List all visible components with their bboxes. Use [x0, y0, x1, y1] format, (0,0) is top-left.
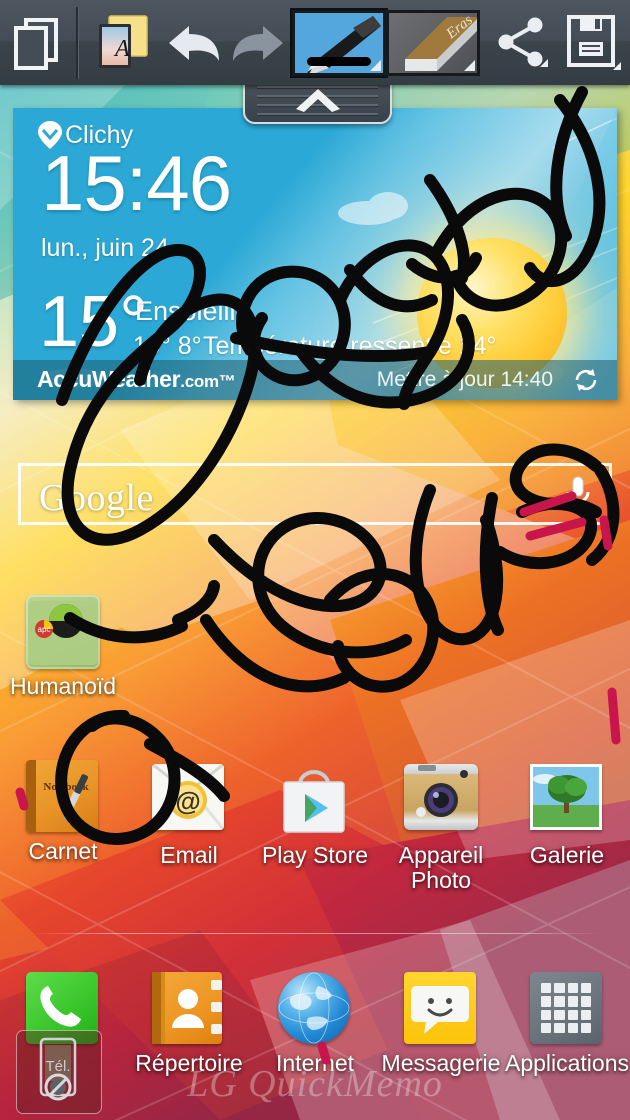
messaging-app[interactable]: Messagerie — [378, 972, 504, 1076]
accuweather-domain: .com — [180, 372, 219, 391]
envelope-at-icon: @ — [152, 764, 226, 838]
weather-date: lun., juin 24 — [41, 234, 169, 262]
undo-icon[interactable] — [162, 0, 226, 85]
weather-attribution-bar: AccuWeather.com™ Mettre à jour 14:40 — [13, 360, 617, 400]
weather-feels-like: Température ressentie 14° — [203, 332, 497, 360]
weather-updated-time: Mettre à jour 14:40 — [376, 368, 553, 391]
accuweather-name: AccuWeather — [37, 366, 181, 392]
chevron-up-icon — [295, 89, 340, 112]
camera-app[interactable]: Appareil Photo — [378, 760, 504, 893]
humanoid-folder[interactable]: apc Humanoïd — [0, 595, 126, 699]
accuweather-tm: ™ — [218, 372, 236, 391]
contacts-app[interactable]: Répertoire — [126, 972, 252, 1076]
play-store-label: Play Store — [261, 842, 369, 868]
svg-text:apc: apc — [38, 625, 51, 634]
picture-icon — [530, 764, 604, 838]
refresh-icon[interactable] — [571, 366, 601, 399]
notebook-icon: Notebook — [26, 760, 100, 834]
save-icon[interactable] — [556, 0, 630, 85]
google-logo: Google — [39, 477, 154, 519]
quickmemo-watermark: LG QuickMemo — [187, 1063, 443, 1105]
microphone-icon[interactable] — [563, 474, 593, 523]
humanoid-folder-label: Humanoïd — [9, 673, 117, 699]
weather-temperature: 15° — [39, 282, 148, 362]
quickmemo-toolbar: A Eras — [0, 0, 630, 85]
redo-icon[interactable] — [226, 0, 290, 85]
paper-style-icon[interactable]: A — [85, 0, 162, 85]
grid-icon — [530, 972, 604, 1046]
apps-drawer[interactable]: Applications — [504, 972, 630, 1076]
address-book-icon — [152, 972, 226, 1046]
gallery-app[interactable]: Galerie — [504, 760, 630, 868]
svg-text:@: @ — [175, 786, 200, 816]
camera-icon — [404, 764, 478, 838]
gallery-label: Galerie — [529, 842, 605, 868]
camera-label: Appareil Photo — [398, 842, 484, 893]
dock-divider — [30, 933, 600, 934]
globe-icon — [278, 972, 352, 1046]
email-app[interactable]: @ Email — [126, 760, 252, 868]
email-label: Email — [160, 842, 218, 868]
toolbar-separator — [75, 6, 79, 79]
pen-tool-icon[interactable] — [292, 9, 387, 76]
quickmemo-screen: 63% 15:46 — [0, 0, 630, 1120]
weather-clock-widget[interactable]: Clichy 15:46 lun., juin 24 15° Ensoleill… — [13, 108, 617, 400]
speech-bubble-icon — [404, 972, 478, 1046]
carnet-app[interactable]: Notebook Carnet — [0, 760, 126, 864]
internet-app[interactable]: Internet — [252, 972, 378, 1076]
carnet-label: Carnet — [28, 838, 98, 864]
accuweather-brand: AccuWeather.com™ — [37, 366, 236, 393]
weather-clock-time: 15:46 — [41, 139, 232, 227]
weather-condition: Ensoleillé — [135, 296, 251, 326]
folder-icon: apc — [26, 595, 100, 669]
shopping-bag-icon — [278, 764, 352, 838]
play-store-app[interactable]: Play Store — [252, 760, 378, 868]
share-icon[interactable] — [490, 0, 556, 85]
google-search-bar[interactable]: Google — [18, 463, 612, 525]
weather-high-low: 19° 8° — [133, 332, 202, 360]
eraser-tool-icon[interactable]: Eras — [386, 9, 481, 76]
new-memo-icon[interactable] — [0, 0, 72, 85]
svg-text:A: A — [113, 36, 130, 62]
